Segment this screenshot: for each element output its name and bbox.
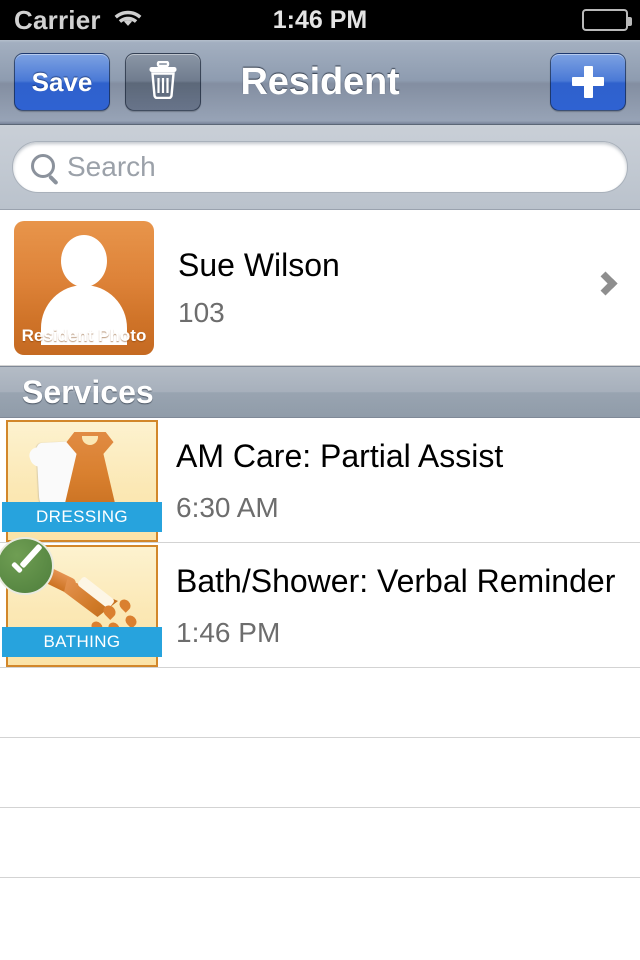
resident-room-number: 103 bbox=[178, 296, 225, 328]
search-placeholder: Search bbox=[67, 151, 156, 182]
section-header-services: Services bbox=[0, 366, 640, 418]
chevron-right-icon bbox=[593, 270, 618, 296]
service-info: Bath/Shower: Verbal Reminder 1:46 PM bbox=[176, 543, 615, 647]
dressing-icon: DRESSING bbox=[2, 420, 162, 542]
empty-table-row bbox=[0, 668, 640, 738]
resident-photo-label: Resident Photo bbox=[21, 325, 147, 345]
status-bar-right bbox=[582, 0, 632, 40]
service-category-tag: DRESSING bbox=[2, 502, 162, 532]
resident-photo[interactable]: Resident Photo bbox=[14, 220, 154, 355]
dress-artwork bbox=[8, 426, 156, 516]
save-button[interactable]: Save bbox=[14, 53, 110, 111]
plus-icon bbox=[571, 65, 605, 99]
battery-icon bbox=[582, 9, 632, 31]
service-info: AM Care: Partial Assist 6:30 AM bbox=[176, 418, 503, 522]
person-silhouette-icon bbox=[14, 234, 154, 345]
search-input[interactable]: Search bbox=[12, 141, 628, 193]
empty-table-row bbox=[0, 808, 640, 878]
trash-icon bbox=[147, 60, 179, 104]
status-bar-time: 1:46 PM bbox=[272, 5, 368, 34]
resident-row[interactable]: Resident Photo Sue Wilson 103 bbox=[0, 210, 640, 366]
delete-button[interactable] bbox=[125, 53, 201, 111]
service-title: Bath/Shower: Verbal Reminder bbox=[176, 563, 616, 599]
service-category-tag: BATHING bbox=[2, 627, 162, 657]
service-title: AM Care: Partial Assist bbox=[176, 438, 504, 474]
service-row[interactable]: DRESSING AM Care: Partial Assist 6:30 AM bbox=[0, 418, 640, 543]
search-icon bbox=[31, 154, 55, 178]
bathing-icon: BATHING bbox=[0, 537, 162, 667]
empty-table-row bbox=[0, 738, 640, 808]
add-button[interactable] bbox=[550, 53, 626, 111]
resident-name: Sue Wilson bbox=[178, 246, 340, 283]
resident-info: Sue Wilson 103 bbox=[178, 249, 340, 327]
navigation-bar: Save Resident bbox=[0, 40, 640, 125]
status-bar: Carrier 1:46 PM bbox=[0, 0, 640, 40]
service-time: 1:46 PM bbox=[176, 617, 281, 648]
service-time: 6:30 AM bbox=[176, 492, 279, 523]
search-bar: Search bbox=[0, 125, 640, 210]
app-screen: Carrier 1:46 PM Save Resident Search Res… bbox=[0, 0, 640, 960]
save-button-label: Save bbox=[31, 66, 93, 97]
service-row[interactable]: BATHING Bath/Shower: Verbal Reminder 1:4… bbox=[0, 537, 640, 668]
